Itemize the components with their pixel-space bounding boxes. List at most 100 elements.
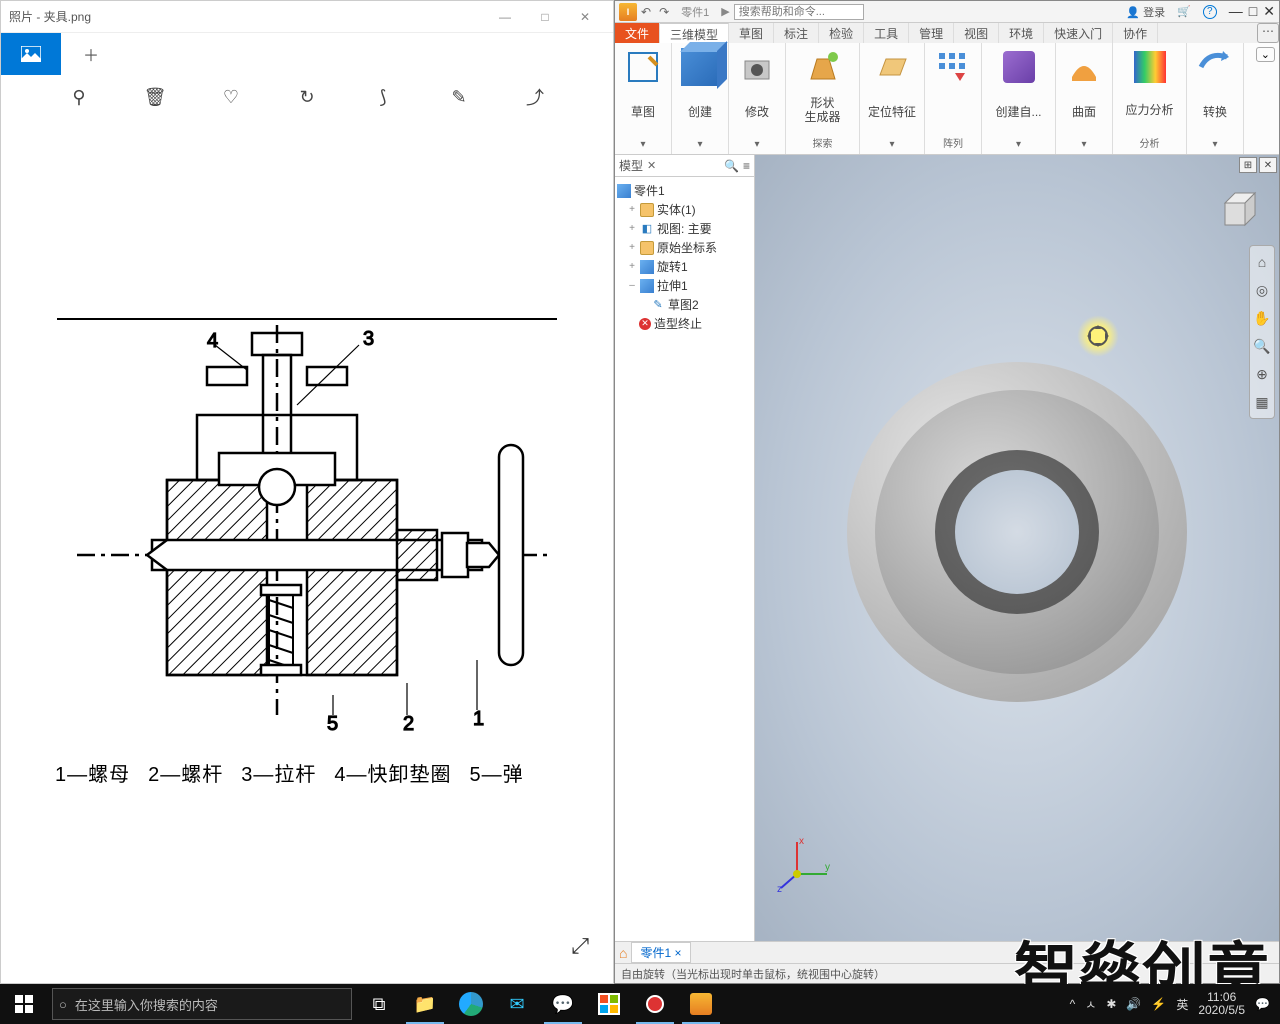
taskbar-search[interactable]: ○ 在这里输入你搜索的内容 <box>52 988 352 1020</box>
tab-inspect[interactable]: 检验 <box>819 23 864 43</box>
edit-icon[interactable]: ✎ <box>441 79 477 115</box>
photos-tab-image[interactable] <box>1 33 61 75</box>
nav-pan-icon[interactable]: ✋ <box>1252 308 1272 328</box>
expand-icon[interactable]: ⤢ <box>571 933 589 959</box>
panel-surface[interactable]: 曲面 ▾ <box>1056 43 1113 154</box>
tree-root[interactable]: 零件1 <box>634 182 665 199</box>
panel-freeform[interactable]: 创建自... ▾ <box>982 43 1056 154</box>
share-icon[interactable]: ⤴ <box>517 79 553 115</box>
nav-zoom-icon[interactable]: 🔍 <box>1252 336 1272 356</box>
ring-model[interactable] <box>847 362 1187 702</box>
panel-create[interactable]: 创建 ▾ <box>672 43 729 154</box>
photos-tabbar: ＋ <box>1 33 613 75</box>
nav-home-icon[interactable]: ⌂ <box>1252 252 1272 272</box>
browser-close-icon[interactable]: ✕ <box>647 159 656 172</box>
nav-orbit-icon[interactable]: ◎ <box>1252 280 1272 300</box>
tab-annotate[interactable]: 标注 <box>774 23 819 43</box>
help-icon[interactable]: ? <box>1203 5 1217 19</box>
tab-view[interactable]: 视图 <box>954 23 999 43</box>
svg-text:y: y <box>825 862 830 873</box>
tab-environments[interactable]: 环境 <box>999 23 1044 43</box>
doc-tab-part1[interactable]: 零件1 × <box>631 942 690 963</box>
redo-icon[interactable]: ↷ <box>659 5 669 19</box>
crop-icon[interactable]: ⟆ <box>365 79 401 115</box>
photos-max-button[interactable]: □ <box>525 1 565 33</box>
tray-volume-icon[interactable]: 🔊 <box>1126 997 1141 1011</box>
tab-tools[interactable]: 工具 <box>864 23 909 43</box>
tree-end-of-part[interactable]: 造型终止 <box>654 315 702 332</box>
taskbar-recorder[interactable] <box>632 984 678 1024</box>
browser-menu-icon[interactable]: ≡ <box>743 159 750 173</box>
inventor-max-button[interactable]: □ <box>1249 3 1257 20</box>
tab-sketch[interactable]: 草图 <box>729 23 774 43</box>
tab-manage[interactable]: 管理 <box>909 23 954 43</box>
panel-work-features[interactable]: 定位特征 ▾ <box>860 43 925 154</box>
tab-3d-model[interactable]: 三维模型 <box>660 23 729 43</box>
panel-sketch[interactable]: 草图 ▾ <box>615 43 672 154</box>
tray-overflow-icon[interactable]: ^ <box>1070 997 1076 1011</box>
tree-sketch2[interactable]: 草图2 <box>668 296 699 313</box>
rotate-icon[interactable]: ↻ <box>289 79 325 115</box>
tray-ime[interactable]: 英 <box>1176 996 1188 1013</box>
photos-tab-add[interactable]: ＋ <box>61 33 121 75</box>
doc-home-icon[interactable]: ⌂ <box>619 945 627 961</box>
browser-tab-label[interactable]: 模型 <box>619 157 643 174</box>
nav-fullnav-icon[interactable]: ▦ <box>1252 392 1272 412</box>
search-placeholder: 在这里输入你搜索的内容 <box>75 995 218 1014</box>
tab-get-started[interactable]: 快速入门 <box>1044 23 1113 43</box>
start-button[interactable] <box>0 984 48 1024</box>
tray-notifications-icon[interactable]: 💬 <box>1255 997 1270 1011</box>
ribbon-collapse-button[interactable]: ⋯ <box>1257 23 1279 43</box>
zoom-icon[interactable]: ⚲ <box>61 79 97 115</box>
cart-icon[interactable]: 🛒 <box>1177 5 1191 18</box>
model-browser: 模型 ✕ 🔍 ≡ 零件1 +实体(1) +◧视图: 主要 +原始坐标系 +旋转1… <box>615 155 755 941</box>
panel-pattern[interactable]: 阵列 <box>925 43 982 154</box>
panel-modify[interactable]: 修改 ▾ <box>729 43 786 154</box>
panel-convert[interactable]: 转换 ▾ <box>1187 43 1244 154</box>
photos-titlebar: 照片 - 夹具.png — □ ✕ <box>1 1 613 33</box>
tree-extrude[interactable]: 拉伸1 <box>657 277 688 294</box>
browser-tree[interactable]: 零件1 +实体(1) +◧视图: 主要 +原始坐标系 +旋转1 –拉伸1 ✎草图… <box>615 177 754 337</box>
photos-min-button[interactable]: — <box>485 1 525 33</box>
taskbar-inventor[interactable] <box>678 984 724 1024</box>
viewport-tile-button[interactable]: ⊞ <box>1239 157 1257 173</box>
taskbar-store[interactable] <box>586 984 632 1024</box>
tray-bluetooth-icon[interactable]: ✱ <box>1106 997 1116 1011</box>
document-name: 零件1 <box>673 4 717 20</box>
viewport-close-button[interactable]: ✕ <box>1259 157 1277 173</box>
tray-power-icon[interactable]: ⚡ <box>1151 997 1166 1011</box>
panel-shape-generator[interactable]: 形状 生成器 探索 <box>786 43 860 154</box>
taskbar-explorer[interactable]: 📁 <box>402 984 448 1024</box>
stress-icon <box>1130 47 1170 87</box>
3d-viewport[interactable]: ⊞ ✕ ⌂ ◎ ✋ 🔍 ⊕ ▦ <box>755 155 1279 941</box>
tray-people-icon[interactable]: ㅅ <box>1085 996 1096 1013</box>
inventor-min-button[interactable]: — <box>1229 3 1243 20</box>
undo-icon[interactable]: ↶ <box>641 5 651 19</box>
heart-icon[interactable]: ♡ <box>213 79 249 115</box>
viewcube[interactable] <box>1215 185 1261 231</box>
taskbar-wechat[interactable]: 💬 <box>540 984 586 1024</box>
task-view-button[interactable]: ⧉ <box>356 984 402 1024</box>
tree-view[interactable]: 视图: 主要 <box>657 220 712 237</box>
help-search-input[interactable] <box>734 4 864 20</box>
inventor-close-button[interactable]: ✕ <box>1263 3 1275 20</box>
photos-title: 照片 - 夹具.png <box>9 8 91 25</box>
delete-icon[interactable]: 🗑 <box>137 79 173 115</box>
tray-clock[interactable]: 11:062020/5/5 <box>1198 991 1245 1017</box>
nav-lookAt-icon[interactable]: ⊕ <box>1252 364 1272 384</box>
taskbar-mail[interactable]: ✉ <box>494 984 540 1024</box>
tab-collaborate[interactable]: 协作 <box>1113 23 1158 43</box>
pattern-icon <box>933 47 973 87</box>
browser-search-icon[interactable]: 🔍 <box>724 159 739 173</box>
ribbon-options-button[interactable]: ⌄ <box>1256 47 1275 62</box>
tree-solids[interactable]: 实体(1) <box>657 201 696 218</box>
tree-revolve[interactable]: 旋转1 <box>657 258 688 275</box>
photos-close-button[interactable]: ✕ <box>565 1 605 33</box>
tree-origin[interactable]: 原始坐标系 <box>657 239 717 256</box>
photos-toolbar: ⚲ 🗑 ♡ ↻ ⟆ ✎ ⤴ <box>1 75 613 119</box>
user-icon[interactable]: 👤 登录 <box>1126 4 1165 20</box>
panel-stress[interactable]: 应力分析 分析 <box>1113 43 1187 154</box>
taskbar-edge[interactable] <box>448 984 494 1024</box>
tab-file[interactable]: 文件 <box>615 23 660 43</box>
photos-viewport[interactable]: 4 3 5 2 1 1—螺母 2—螺杆 3—拉杆 4—快卸垫圈 5—弹 <box>1 119 613 983</box>
